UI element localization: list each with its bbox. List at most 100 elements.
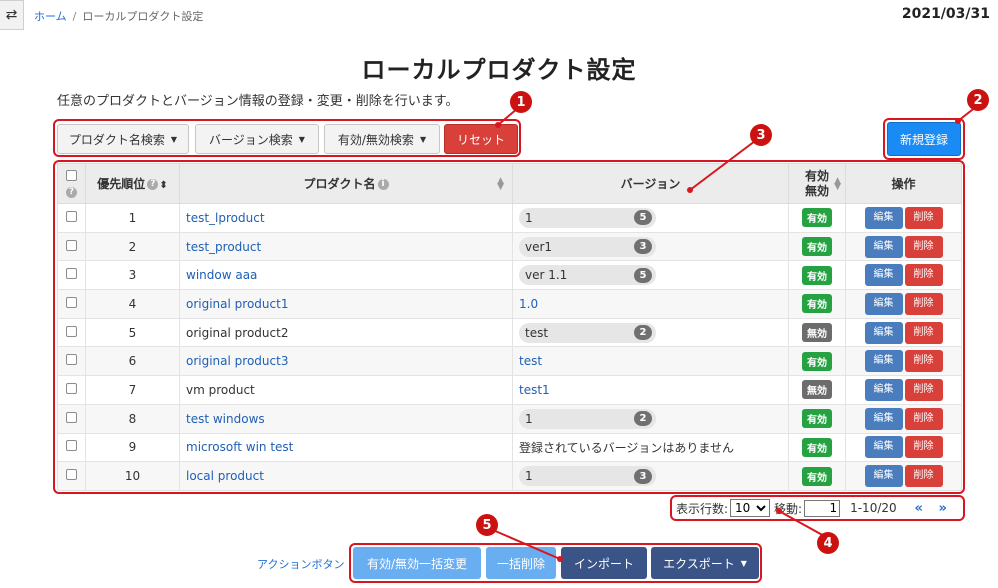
help-icon[interactable]: ?	[147, 179, 159, 190]
table-row[interactable]: 5 original product2 test 2 無効 編集 削除	[57, 317, 962, 348]
edit-button[interactable]: 編集	[864, 378, 903, 401]
table-row[interactable]: 6 original product3 test 有効 編集 削除	[57, 346, 962, 377]
sort-icon[interactable]: ▲ ▼	[834, 177, 841, 192]
product-name-link[interactable]: test windows	[186, 412, 265, 426]
row-checkbox[interactable]	[66, 325, 77, 337]
import-button[interactable]: インポート	[561, 547, 647, 579]
priority-cell: 2	[85, 231, 180, 262]
version-pill: ver1 3	[519, 236, 656, 257]
edit-button[interactable]: 編集	[864, 321, 903, 344]
table-row[interactable]: 8 test windows 1 2 有効 編集 削除	[57, 403, 962, 434]
delete-button[interactable]: 削除	[904, 235, 943, 258]
table-row[interactable]: 3 window aaa ver 1.1 5 有効 編集 削除	[57, 260, 962, 291]
status-search-label: 有効/無効検索	[337, 132, 414, 147]
delete-button[interactable]: 削除	[904, 436, 943, 459]
rows-per-page-select[interactable]: 10	[730, 499, 771, 517]
table-row[interactable]: 2 test_product ver1 3 有効 編集 削除	[57, 231, 962, 262]
table-row[interactable]: 1 test_lproduct 1 5 有効 編集 削除	[57, 203, 962, 233]
product-name-link[interactable]: test_lproduct	[186, 211, 265, 225]
delete-button[interactable]: 削除	[904, 465, 943, 488]
edit-button[interactable]: 編集	[864, 264, 903, 287]
status-cell: 有効	[788, 346, 846, 377]
status-badge: 無効	[802, 323, 832, 343]
edit-button[interactable]: 編集	[864, 292, 903, 315]
version-count-badge[interactable]: 2	[634, 411, 652, 427]
ops-cell: 編集 削除	[845, 403, 962, 434]
row-checkbox[interactable]	[66, 239, 77, 251]
row-checkbox[interactable]	[66, 296, 77, 308]
version-count-badge[interactable]: 5	[634, 210, 652, 226]
import-label: インポート	[573, 556, 634, 571]
status-cell: 無効	[788, 375, 846, 405]
table-row[interactable]: 9 microsoft win test 登録されているバージョンはありません 有効編…	[57, 432, 962, 463]
prev-page-button[interactable]: «	[909, 501, 929, 516]
row-checkbox[interactable]	[66, 469, 77, 481]
product-header[interactable]: プロダクト名 i ▲ ▼	[179, 163, 513, 204]
table-row[interactable]: 7 vm product test1 無効 編集 削除	[57, 375, 962, 405]
status-search-dropdown[interactable]: 有効/無効検索 ▼	[324, 124, 440, 154]
row-checkbox[interactable]	[66, 382, 77, 394]
product-name: original product2	[186, 325, 289, 340]
new-register-button[interactable]: 新規登録	[887, 122, 961, 156]
edit-button[interactable]: 編集	[864, 436, 903, 459]
product-name-link[interactable]: window aaa	[186, 268, 257, 282]
version-link[interactable]: test	[519, 354, 542, 368]
row-checkbox[interactable]	[66, 210, 77, 222]
version-cell: test	[512, 346, 789, 377]
sort-icon[interactable]: ⬍	[159, 180, 167, 191]
annotation-marker-1: 1	[510, 91, 532, 113]
edit-button[interactable]: 編集	[864, 465, 903, 488]
select-all-checkbox[interactable]	[66, 169, 77, 181]
delete-button[interactable]: 削除	[904, 292, 943, 315]
product-name-link[interactable]: test_product	[186, 240, 261, 254]
delete-button[interactable]: 削除	[904, 206, 943, 229]
delete-button[interactable]: 削除	[904, 407, 943, 430]
version-link[interactable]: 1.0	[519, 297, 538, 311]
delete-button[interactable]: 削除	[904, 378, 943, 401]
breadcrumb-current: ローカルプロダクト設定	[82, 10, 204, 23]
table-row[interactable]: 4 original product1 1.0 有効 編集 削除	[57, 289, 962, 319]
version-link[interactable]: test1	[519, 383, 550, 397]
version-count-badge[interactable]: 3	[634, 468, 652, 484]
version-count-badge[interactable]: 2	[634, 325, 652, 341]
delete-button[interactable]: 削除	[904, 264, 943, 287]
edit-button[interactable]: 編集	[864, 235, 903, 258]
info-icon[interactable]: i	[377, 179, 389, 190]
sort-icon[interactable]: ▲ ▼	[497, 177, 504, 192]
edit-button[interactable]: 編集	[864, 206, 903, 229]
breadcrumb-home-link[interactable]: ホーム	[34, 10, 67, 23]
version-count-badge[interactable]: 3	[634, 239, 652, 255]
bulk-delete-button[interactable]: 一括削除	[486, 547, 556, 579]
version-header[interactable]: バージョン	[512, 163, 789, 204]
row-checkbox[interactable]	[66, 268, 77, 280]
bulk-toggle-button[interactable]: 有効/無効一括変更	[353, 547, 481, 579]
edit-button[interactable]: 編集	[864, 407, 903, 430]
product-name-link[interactable]: local product	[186, 469, 264, 483]
delete-button[interactable]: 削除	[904, 321, 943, 344]
next-page-button[interactable]: »	[933, 501, 953, 516]
version-cell: 登録されているバージョンはありません	[512, 432, 789, 463]
version-count-badge[interactable]: 5	[634, 267, 652, 283]
delete-button[interactable]: 削除	[904, 350, 943, 373]
table-row[interactable]: 10 local product 1 3 有効 編集 削除	[57, 461, 962, 491]
caret-down-icon: ▼	[419, 134, 427, 144]
row-checkbox[interactable]	[66, 354, 77, 366]
page-jump-input[interactable]	[804, 499, 841, 517]
edit-button[interactable]: 編集	[864, 350, 903, 373]
row-checkbox[interactable]	[66, 440, 77, 452]
row-checkbox[interactable]	[66, 411, 77, 423]
product-search-dropdown[interactable]: プロダクト名検索 ▼	[57, 124, 189, 154]
help-icon[interactable]: ?	[66, 186, 77, 198]
row-checkbox-cell	[57, 403, 86, 434]
version-search-dropdown[interactable]: バージョン検索 ▼	[195, 124, 319, 154]
row-checkbox-cell	[57, 231, 86, 262]
export-button[interactable]: エクスポート ▼	[651, 547, 759, 579]
product-name-link[interactable]: original product1	[186, 297, 288, 311]
status-header[interactable]: 有効 無効 ▲ ▼	[788, 163, 846, 204]
export-label: エクスポート	[663, 556, 735, 571]
reset-button[interactable]: リセット	[444, 124, 518, 154]
priority-header[interactable]: 優先順位? ⬍	[85, 163, 180, 204]
swap-arrows-icon[interactable]: ⇄	[0, 0, 24, 30]
product-name-link[interactable]: microsoft win test	[186, 440, 293, 454]
product-name-link[interactable]: original product3	[186, 354, 288, 368]
